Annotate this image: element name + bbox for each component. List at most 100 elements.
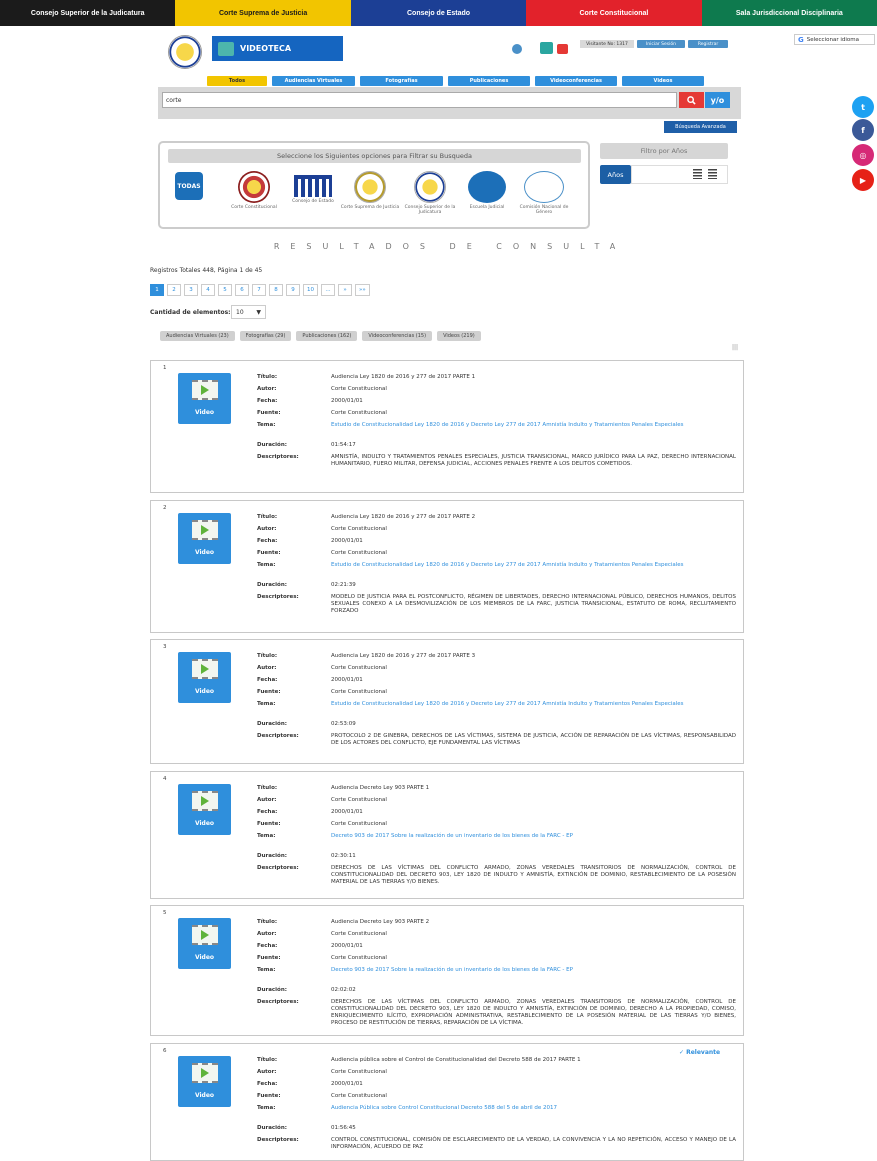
category-publicaciones[interactable]: Publicaciones (162) <box>296 331 358 341</box>
topbar-link-csj[interactable]: Consejo Superior de la Judicatura <box>0 0 176 26</box>
filter-comision-genero[interactable]: Comisión Nacional de Género <box>514 171 574 215</box>
page-link[interactable]: 10 <box>303 284 318 296</box>
page-link[interactable]: 2 <box>167 284 181 296</box>
video-thumbnail[interactable]: Video <box>178 1056 231 1107</box>
search-input[interactable] <box>162 92 677 108</box>
topbar-link-corte-constitucional[interactable]: Corte Constitucional <box>526 0 702 26</box>
grid-view-icon[interactable]: ||| <box>732 344 738 351</box>
category-count-tabs: Audiencias Virtuales (23) Fotografías (2… <box>160 331 481 341</box>
filter-todas-button[interactable]: TODAS <box>175 172 203 200</box>
register-button[interactable]: Registrar <box>688 40 728 48</box>
filter-escuela-judicial[interactable]: Escuela Judicial <box>457 171 517 210</box>
page-link[interactable]: 4 <box>201 284 215 296</box>
descriptores-value: CONTROL CONSTITUCIONAL, COMISIÓN DE ESCL… <box>331 1137 736 1150</box>
tab-fotografias[interactable]: Fotografías <box>360 76 443 86</box>
category-videos[interactable]: Videos (219) <box>437 331 481 341</box>
result-number: 4 <box>163 776 167 782</box>
videoteca-banner[interactable]: VIDEOTECA <box>212 36 343 61</box>
descriptores-label: Descriptores: <box>257 594 299 600</box>
tema-value[interactable]: Audiencia Pública sobre Control Constitu… <box>331 1105 736 1112</box>
search-button[interactable] <box>679 92 704 108</box>
advanced-search-button[interactable]: Búsqueda Avanzada <box>664 121 737 133</box>
tab-publicaciones[interactable]: Publicaciones <box>448 76 530 86</box>
page-link[interactable]: 8 <box>269 284 283 296</box>
descriptores-label: Descriptores: <box>257 865 299 871</box>
tema-value[interactable]: Decreto 903 de 2017 Sobre la realización… <box>331 967 736 974</box>
sort-desc-icon[interactable] <box>708 169 717 179</box>
filter-label: Corte Suprema de Justicia <box>340 205 400 210</box>
autor-label: Autor: <box>257 386 277 392</box>
rama-judicial-logo <box>168 35 202 69</box>
fuente-label: Fuente: <box>257 410 281 416</box>
top-nav-bar: Consejo Superior de la Judicatura Corte … <box>0 0 877 26</box>
year-filter-title: Filtro por Años <box>600 143 728 159</box>
film-icon <box>192 791 218 811</box>
autor-value: Corte Constitucional <box>331 797 387 803</box>
tab-videoconferencias[interactable]: Videoconferencias <box>535 76 617 86</box>
page-link[interactable]: 7 <box>252 284 266 296</box>
tab-todos[interactable]: Todos <box>207 76 267 86</box>
quantity-select[interactable]: 10 ▼ <box>231 305 266 319</box>
twitter-icon[interactable]: t <box>852 96 874 118</box>
tema-value[interactable]: Estudio de Constitucionalidad Ley 1820 d… <box>331 701 736 708</box>
location-icon[interactable] <box>540 42 553 54</box>
page-next[interactable]: » <box>338 284 352 296</box>
topbar-link-csjusticia[interactable]: Corte Suprema de Justicia <box>175 0 351 26</box>
language-selector[interactable]: G Seleccionar idioma <box>794 34 875 45</box>
video-thumbnail[interactable]: Video <box>178 784 231 835</box>
filter-consejo-superior[interactable]: Consejo Superior de la Judicatura <box>400 171 460 215</box>
video-thumbnail[interactable]: Video <box>178 652 231 703</box>
video-label: Video <box>194 820 215 827</box>
filter-label: Consejo de Estado <box>292 199 334 204</box>
page-ellipsis[interactable]: ... <box>321 284 335 296</box>
category-audiencias[interactable]: Audiencias Virtuales (23) <box>160 331 235 341</box>
filter-consejo-estado[interactable]: Consejo de Estado <box>283 175 343 204</box>
tema-value[interactable]: Decreto 903 de 2017 Sobre la realización… <box>331 833 736 840</box>
sort-asc-icon[interactable] <box>693 169 702 179</box>
fecha-label: Fecha: <box>257 1081 278 1087</box>
instagram-icon[interactable]: ◎ <box>852 144 874 166</box>
tab-audiencias-virtuales[interactable]: Audiencias Virtuales <box>272 76 355 86</box>
content-type-tabs: Todos Audiencias Virtuales Fotografías P… <box>207 76 704 86</box>
fuente-value: Corte Constitucional <box>331 1093 387 1099</box>
tema-value[interactable]: Estudio de Constitucionalidad Ley 1820 d… <box>331 562 736 569</box>
page-link[interactable]: 1 <box>150 284 164 296</box>
category-fotografias[interactable]: Fotografías (29) <box>239 331 292 341</box>
duracion-value: 01:56:45 <box>331 1125 356 1131</box>
telegram-icon[interactable] <box>512 44 522 54</box>
descriptores-label: Descriptores: <box>257 1137 299 1143</box>
topbar-link-sala-disciplinaria[interactable]: Sala Jurisdiccional Disciplinaria <box>701 0 877 26</box>
facebook-icon[interactable]: f <box>852 119 874 141</box>
page-link[interactable]: 3 <box>184 284 198 296</box>
category-videoconferencias[interactable]: Videoconferencias (15) <box>362 331 433 341</box>
result-number: 2 <box>163 505 167 511</box>
topbar-link-consejo-estado[interactable]: Consejo de Estado <box>350 0 527 26</box>
mail-icon[interactable] <box>557 44 568 54</box>
filter-corte-constitucional[interactable]: Corte Constitucional <box>224 171 284 210</box>
fuente-label: Fuente: <box>257 550 281 556</box>
tema-value[interactable]: Estudio de Constitucionalidad Ley 1820 d… <box>331 422 736 429</box>
and-or-toggle[interactable]: y/o <box>705 92 730 108</box>
page-link[interactable]: 9 <box>286 284 300 296</box>
video-thumbnail[interactable]: Video <box>178 513 231 564</box>
year-filter-button[interactable]: Años <box>600 165 631 184</box>
filter-corte-suprema[interactable]: Corte Suprema de Justicia <box>340 171 400 210</box>
titulo-label: Título: <box>257 653 278 659</box>
film-icon <box>192 520 218 540</box>
results-totals: Registros Totales 448, Página 1 de 45 <box>150 267 263 274</box>
video-thumbnail[interactable]: Video <box>178 918 231 969</box>
descriptores-label: Descriptores: <box>257 454 299 460</box>
page-link[interactable]: 6 <box>235 284 249 296</box>
result-number: 6 <box>163 1048 167 1054</box>
video-thumbnail[interactable]: Video <box>178 373 231 424</box>
page-link[interactable]: 5 <box>218 284 232 296</box>
page-last[interactable]: »» <box>355 284 370 296</box>
corte-constitucional-seal-icon <box>238 171 270 203</box>
descriptores-value: PROTOCOLO 2 DE GINEBRA, DERECHOS DE LAS … <box>331 733 736 746</box>
youtube-icon[interactable]: ▶ <box>852 169 874 191</box>
film-icon <box>192 659 218 679</box>
tab-videos[interactable]: Videos <box>622 76 704 86</box>
login-button[interactable]: Iniciar Sesión <box>637 40 685 48</box>
filter-title: Seleccione los Siguientes opciones para … <box>168 149 581 163</box>
result-card: 5 Video Título: Audiencia Decreto Ley 903 P… <box>150 905 744 1036</box>
